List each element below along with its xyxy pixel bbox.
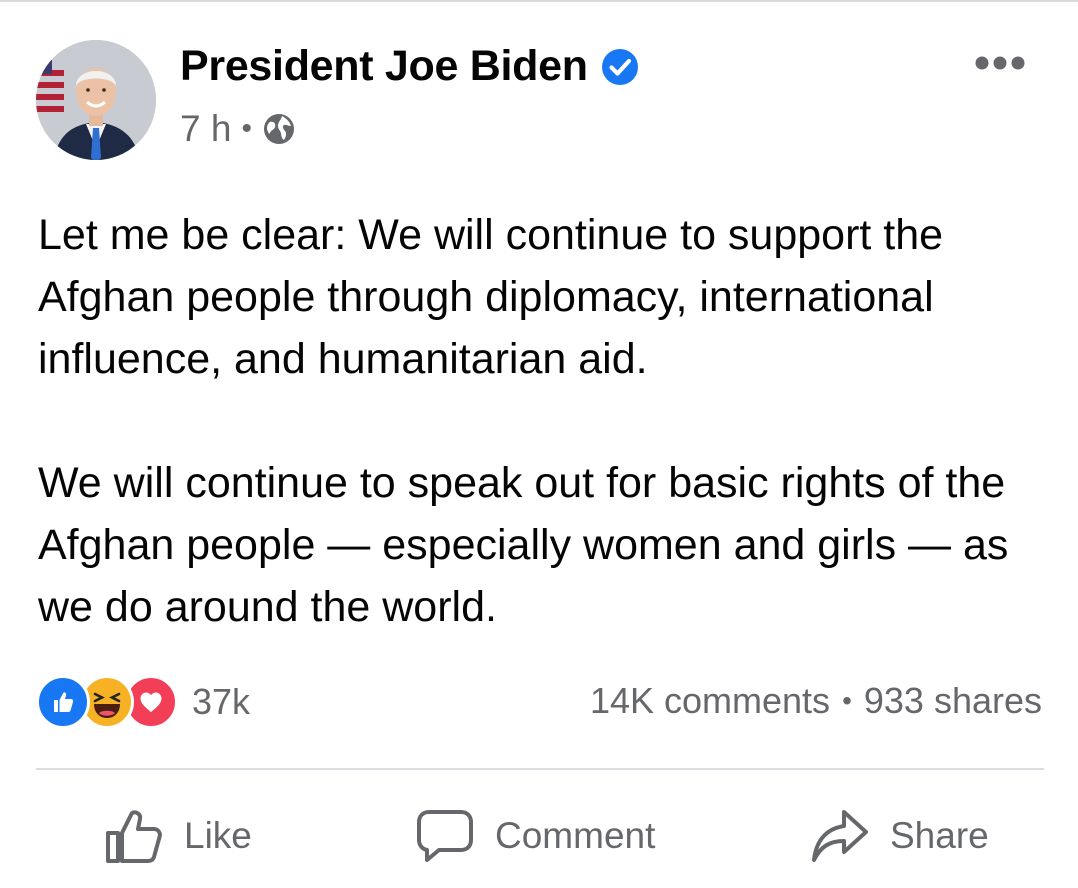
more-options-icon[interactable] <box>974 54 1026 72</box>
author-name[interactable]: President Joe Biden <box>180 42 588 91</box>
action-bar-divider <box>36 768 1044 770</box>
like-icon <box>36 675 90 729</box>
engagement-separator: • <box>842 685 852 716</box>
share-button[interactable]: Share <box>810 800 989 872</box>
top-border <box>0 0 1078 2</box>
post-paragraph: We will continue to speak out for basic … <box>38 459 1009 631</box>
like-button[interactable]: Like <box>104 800 252 872</box>
post-paragraph: Let me be clear: We will continue to sup… <box>38 211 944 383</box>
verified-badge-icon <box>600 47 640 87</box>
comments-count[interactable]: 14K comments <box>590 680 830 722</box>
reactions-summary[interactable]: 37k <box>36 675 251 729</box>
globe-icon[interactable] <box>262 112 296 146</box>
comment-label: Comment <box>495 815 656 856</box>
post-timestamp[interactable]: 7 h <box>180 108 231 150</box>
post-body: Let me be clear: We will continue to sup… <box>38 204 1048 638</box>
shares-count[interactable]: 933 shares <box>864 680 1042 722</box>
engagement-summary: 14K comments • 933 shares <box>590 680 1042 722</box>
share-arrow-icon <box>812 810 868 862</box>
post-action-bar: Like Comment Share <box>0 800 1078 872</box>
author-avatar[interactable] <box>36 40 156 160</box>
meta-separator: • <box>241 112 252 145</box>
like-label: Like <box>184 815 252 856</box>
share-label: Share <box>890 815 989 856</box>
thumbs-up-icon <box>106 810 162 863</box>
author-name-row[interactable]: President Joe Biden <box>180 42 640 91</box>
comment-bubble-icon <box>417 810 473 862</box>
comment-button[interactable]: Comment <box>415 800 655 872</box>
post-meta: 7 h • <box>180 108 296 150</box>
reaction-count: 37k <box>192 681 251 722</box>
